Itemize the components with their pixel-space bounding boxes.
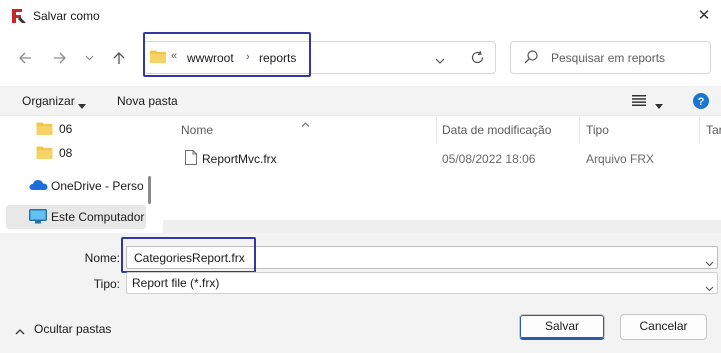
folder-icon [36,146,53,162]
refresh-icon[interactable] [470,50,485,68]
column-header-size[interactable]: Tar [706,123,721,137]
search-icon [524,50,538,64]
file-list-footer [163,220,721,233]
save-button[interactable]: Salvar [519,314,605,340]
onedrive-cloud-icon [29,179,48,194]
view-options-icon[interactable] [632,95,646,109]
column-header-modified[interactable]: Data de modificação [442,123,551,137]
column-divider[interactable] [436,117,437,143]
view-dropdown-icon[interactable] [655,98,663,112]
file-modified: 05/08/2022 18:06 [442,152,536,166]
column-header-name[interactable]: Nome [181,123,213,137]
command-bar [0,86,721,116]
svg-text:?: ? [698,96,705,108]
file-type-value: Report file (*.frx) [132,276,220,290]
cancel-button[interactable]: Cancelar [620,314,707,340]
nav-item-this-pc[interactable]: Este Computador [51,210,145,224]
column-divider[interactable] [699,117,700,143]
title-bar [0,0,721,32]
address-history-chevron-icon[interactable] [435,53,445,67]
fastreport-app-icon [12,9,26,23]
nav-scrollbar-thumb[interactable] [148,176,151,204]
hide-folders-toggle[interactable]: Ocultar pastas [34,322,111,336]
back-arrow-icon[interactable] [13,44,37,72]
close-icon[interactable]: ✕ [693,5,715,27]
up-arrow-icon[interactable] [107,44,131,72]
file-document-icon [185,150,197,168]
file-type-label: Tipo: [93,277,120,291]
file-name[interactable]: ReportMvc.frx [202,152,277,166]
organize-dropdown-icon[interactable] [78,98,86,112]
file-name-dropdown-icon[interactable] [705,255,714,269]
column-header-type[interactable]: Tipo [586,123,609,137]
search-placeholder: Pesquisar em reports [551,51,666,65]
sort-up-chevron-icon [301,116,310,130]
breadcrumb-highlight-annotation [143,32,311,77]
file-type: Arquivo FRX [586,152,655,166]
forward-arrow-icon[interactable] [48,44,72,72]
nav-item-onedrive[interactable]: OneDrive - Persor [51,179,143,193]
file-name-highlight-annotation [121,237,256,273]
file-type-dropdown-icon[interactable] [705,280,714,294]
folder-icon [36,122,53,138]
window-title: Salvar como [33,9,100,23]
help-icon[interactable]: ? [693,93,709,112]
new-folder-button[interactable]: Nova pasta [117,94,178,108]
file-name-label: Nome: [84,251,120,265]
computer-icon [29,209,47,227]
nav-item-08[interactable]: 08 [59,146,72,160]
recent-locations-chevron-icon[interactable] [80,44,98,72]
chevron-up-icon[interactable] [15,324,25,338]
organize-button[interactable]: Organizar [22,94,75,108]
nav-item-06[interactable]: 06 [59,122,72,136]
column-divider[interactable] [579,117,580,143]
